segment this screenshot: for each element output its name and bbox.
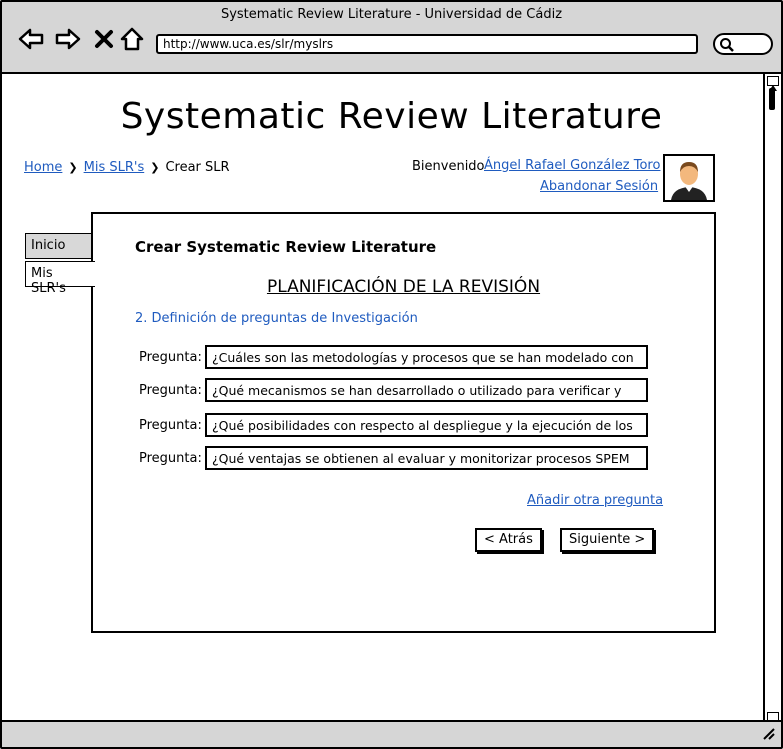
tab-inicio[interactable]: Inicio: [25, 233, 93, 259]
user-avatar-icon: [663, 154, 715, 202]
question-input[interactable]: ¿Qué mecanismos se han desarrollado o ut…: [205, 378, 648, 402]
breadcrumb-separator: ❯: [150, 161, 160, 174]
question-input[interactable]: ¿Cuáles son las metodologías y procesos …: [205, 345, 648, 369]
question-input[interactable]: ¿Qué posibilidades con respecto al despl…: [205, 413, 648, 437]
section-title: PLANIFICACIÓN DE LA REVISIÓN: [93, 277, 714, 297]
breadcrumb: Home ❯ Mis SLR's ❯ Crear SLR: [24, 160, 230, 175]
question-label: Pregunta:: [139, 450, 202, 466]
breadcrumb-separator: ❯: [68, 161, 78, 174]
home-icon[interactable]: [117, 24, 147, 54]
status-bar: [2, 720, 781, 747]
step-label: 2. Definición de preguntas de Investigac…: [135, 311, 418, 326]
breadcrumb-current: Crear SLR: [165, 160, 230, 175]
search-icon: [720, 38, 734, 52]
resize-grip-icon[interactable]: [761, 726, 775, 744]
question-row: Pregunta: ¿Qué mecanismos se han desarro…: [139, 378, 651, 402]
close-icon[interactable]: [89, 24, 119, 54]
user-name-link[interactable]: Ángel Rafael González Toro: [484, 158, 660, 173]
panel-title: Crear Systematic Review Literature: [135, 238, 437, 256]
scroll-up-icon[interactable]: [767, 76, 779, 91]
breadcrumb-myslrs[interactable]: Mis SLR's: [84, 160, 145, 175]
question-label: Pregunta:: [139, 417, 202, 433]
question-label: Pregunta:: [139, 349, 202, 365]
logout-link[interactable]: Abandonar Sesión: [540, 179, 658, 194]
question-row: Pregunta: ¿Qué ventajas se obtienen al e…: [139, 446, 651, 470]
back-button[interactable]: < Atrás: [475, 528, 542, 552]
next-button[interactable]: Siguiente >: [560, 528, 655, 552]
welcome-text: Bienvenido: [412, 159, 485, 174]
browser-window: Systematic Review Literature - Universid…: [0, 0, 783, 749]
address-bar[interactable]: http://www.uca.es/slr/myslrs: [156, 34, 698, 54]
question-row: Pregunta: ¿Cuáles son las metodologías y…: [139, 345, 651, 369]
browser-search-field[interactable]: [713, 33, 773, 55]
window-title: Systematic Review Literature - Universid…: [220, 7, 563, 22]
question-input[interactable]: ¿Qué ventajas se obtienen al evaluar y m…: [205, 446, 648, 470]
question-label: Pregunta:: [139, 382, 202, 398]
forward-arrow-icon[interactable]: [53, 24, 83, 54]
tab-mis-slrs[interactable]: Mis SLR's: [25, 261, 95, 296]
add-question-link[interactable]: Añadir otra pregunta: [527, 493, 663, 508]
browser-chrome: Systematic Review Literature - Universid…: [2, 2, 781, 74]
question-row: Pregunta: ¿Qué posibilidades con respect…: [139, 413, 651, 437]
breadcrumb-home[interactable]: Home: [24, 160, 62, 175]
back-arrow-icon[interactable]: [16, 24, 46, 54]
content-panel: Crear Systematic Review Literature PLANI…: [91, 212, 716, 633]
site-title: Systematic Review Literature: [120, 96, 663, 137]
section-title-text: PLANIFICACIÓN DE LA REVISIÓN: [266, 277, 541, 297]
vertical-scrollbar[interactable]: [763, 74, 781, 727]
